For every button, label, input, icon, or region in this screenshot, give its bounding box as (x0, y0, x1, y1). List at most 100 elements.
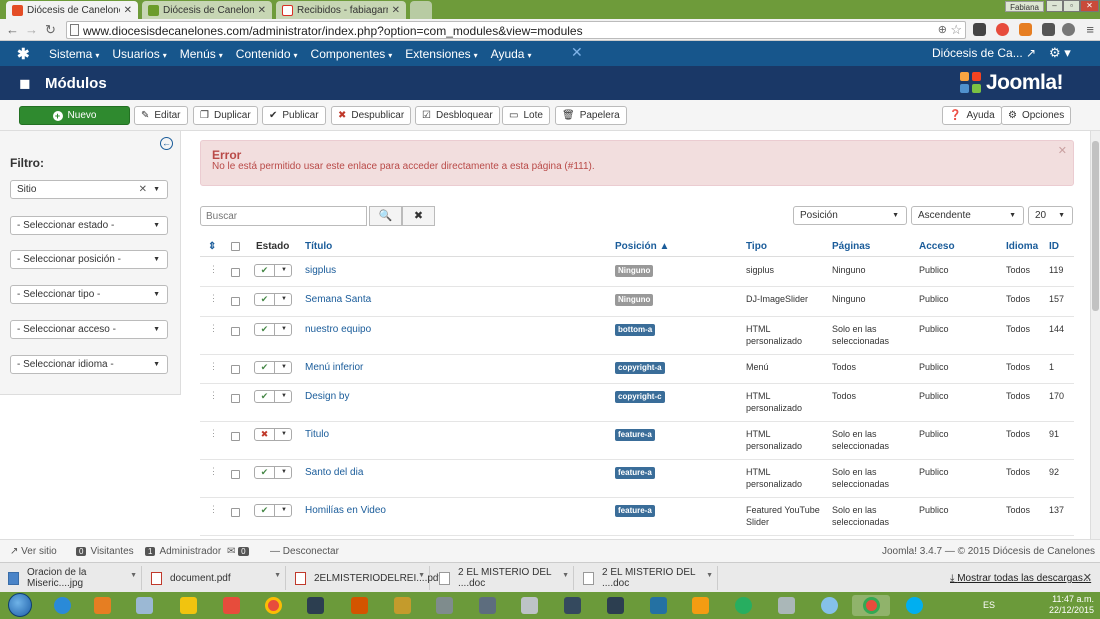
chrome-icon[interactable] (254, 595, 292, 616)
app-grid-icon[interactable] (212, 595, 250, 616)
module-title-link[interactable]: Menú inferior (305, 362, 363, 373)
extension-icon[interactable] (973, 23, 986, 36)
app-icon[interactable] (810, 595, 848, 616)
trash-button[interactable]: 🗑 Papelera (555, 106, 627, 125)
user-menu-gear-icon[interactable]: ⚙ ▾ (1049, 45, 1071, 61)
unpublished-icon[interactable]: ✖ (255, 429, 275, 440)
administrators-status[interactable]: 1 Administrador (145, 546, 221, 557)
column-header-type[interactable]: Tipo (746, 241, 767, 252)
chevron-down-icon[interactable]: ▼ (276, 324, 292, 335)
network-icon[interactable] (553, 595, 591, 616)
published-check-icon[interactable]: ✔ (255, 362, 275, 373)
published-check-icon[interactable]: ✔ (255, 294, 275, 305)
column-header-pages[interactable]: Páginas (832, 241, 870, 252)
chevron-down-icon[interactable]: ▼ (274, 572, 281, 579)
app-icon[interactable] (767, 595, 805, 616)
scrollbar-thumb[interactable] (1092, 141, 1099, 311)
menu-item-extensiones[interactable]: Extensiones ▾ (405, 47, 477, 61)
menu-item-usuarios[interactable]: Usuarios ▾ (112, 47, 166, 61)
drag-handle-icon[interactable]: ⋮ (209, 390, 218, 401)
bookmark-star-icon[interactable]: ☆ (950, 22, 962, 38)
view-site-link[interactable]: Diócesis de Ca... ↗ (932, 46, 1036, 60)
checkin-button[interactable]: ☑ Desbloquear (415, 106, 500, 125)
close-alert-icon[interactable]: ✕ (1058, 144, 1067, 157)
module-title-link[interactable]: nuestro equipo (305, 324, 371, 335)
x-logo-icon[interactable]: ✕ (571, 44, 583, 61)
visitors-status[interactable]: 0 Visitantes (76, 546, 134, 557)
column-header-position[interactable]: Posición ▲ (615, 241, 669, 252)
reload-icon[interactable]: ↻ (45, 22, 56, 38)
position-select[interactable]: - Seleccionar posición - ▼ (10, 250, 168, 269)
drag-handle-icon[interactable]: ⋮ (209, 466, 218, 477)
app-icon[interactable] (510, 595, 548, 616)
row-checkbox[interactable] (231, 365, 240, 374)
column-header-access[interactable]: Acceso (919, 241, 955, 252)
help-button[interactable]: ❓ Ayuda (942, 106, 1002, 125)
file-explorer-icon[interactable] (169, 595, 207, 616)
drag-handle-icon[interactable]: ⋮ (209, 504, 218, 515)
zoom-icon[interactable]: ⊕ (938, 23, 947, 36)
published-check-icon[interactable]: ✔ (255, 505, 275, 516)
drag-handle-icon[interactable]: ⋮ (209, 361, 218, 372)
column-header-id[interactable]: ID (1049, 241, 1059, 252)
forward-icon[interactable]: → (25, 22, 38, 37)
media-player-icon[interactable] (83, 595, 121, 616)
clear-search-button[interactable]: ✖ (402, 206, 435, 226)
published-check-icon[interactable]: ✔ (255, 467, 275, 478)
page-scrollbar[interactable] (1090, 131, 1100, 539)
download-item[interactable]: 2 EL MISTERIO DEL ....doc ▼ (577, 566, 718, 590)
duplicate-button[interactable]: ❐ Duplicar (193, 106, 258, 125)
row-checkbox[interactable] (231, 470, 240, 479)
download-item[interactable]: Oracion de la Miseric....jpg ▼ (2, 566, 142, 590)
row-checkbox[interactable] (231, 394, 240, 403)
collapse-sidebar-icon[interactable]: ← (160, 137, 173, 150)
module-title-link[interactable]: Design by (305, 391, 349, 402)
app-icon[interactable] (724, 595, 762, 616)
extension-icon[interactable] (1019, 23, 1032, 36)
row-checkbox[interactable] (231, 432, 240, 441)
module-title-link[interactable]: Titulo (305, 429, 329, 440)
chevron-down-icon[interactable]: ▼ (130, 572, 137, 579)
browser-tab-site[interactable]: Diócesis de Canelones ✕ (142, 1, 272, 19)
minimize-window-button[interactable]: – (1046, 0, 1063, 12)
chevron-down-icon[interactable]: ▼ (276, 294, 292, 305)
status-toggle[interactable]: ✔ ▼ (254, 361, 292, 374)
module-title-link[interactable]: Santo del dia (305, 467, 363, 478)
chrome-active-icon[interactable] (852, 595, 890, 616)
menu-item-componentes[interactable]: Componentes ▾ (311, 47, 393, 61)
unpublish-button[interactable]: ✖ Despublicar (331, 106, 412, 125)
column-header-title[interactable]: Título (305, 241, 332, 252)
chevron-down-icon[interactable]: ▼ (562, 572, 569, 579)
client-select[interactable]: Sitio ✕ ▼ (10, 180, 168, 199)
status-toggle[interactable]: ✔ ▼ (254, 264, 292, 277)
adblock-extension-icon[interactable] (996, 23, 1009, 36)
show-all-downloads-link[interactable]: ⤓ Mostrar todas las descargas... (950, 573, 1091, 584)
browser-tab-joomla-admin[interactable]: Diócesis de Canelones - A ✕ (6, 1, 138, 19)
new-tab-button[interactable] (410, 1, 432, 19)
start-button[interactable] (8, 593, 32, 617)
skype-icon[interactable] (895, 595, 933, 616)
download-item[interactable]: 2 EL MISTERIO DEL ....doc ▼ (433, 566, 574, 590)
drag-handle-icon[interactable]: ⋮ (209, 428, 218, 439)
published-check-icon[interactable]: ✔ (255, 391, 275, 402)
select-all-checkbox[interactable] (231, 242, 240, 251)
chevron-down-icon[interactable]: ▼ (276, 505, 292, 516)
list-limit-select[interactable]: 20 ▼ (1028, 206, 1073, 225)
module-title-link[interactable]: Homilías en Video (305, 505, 386, 516)
state-select[interactable]: - Seleccionar estado - ▼ (10, 216, 168, 235)
internet-explorer-icon[interactable] (43, 595, 81, 616)
chrome-menu-icon[interactable]: ≡ (1086, 22, 1094, 37)
published-check-icon[interactable]: ✔ (255, 265, 275, 276)
maximize-window-button[interactable]: ▫ (1063, 0, 1080, 12)
module-title-link[interactable]: sigplus (305, 265, 336, 276)
chevron-down-icon[interactable]: ▼ (276, 265, 292, 276)
published-check-icon[interactable]: ✔ (255, 324, 275, 335)
row-checkbox[interactable] (231, 327, 240, 336)
url-field[interactable]: www.diocesisdecanelones.com/administrato… (66, 21, 966, 39)
menu-item-menus[interactable]: Menús ▾ (180, 47, 223, 61)
close-tab-icon[interactable]: ✕ (258, 5, 266, 16)
sort-direction-select[interactable]: Ascendente ▼ (911, 206, 1024, 225)
ordering-sort-icon[interactable]: ⇕ (208, 241, 216, 252)
back-icon[interactable]: ← (6, 22, 19, 37)
browser-tab-gmail[interactable]: Recibidos - fabiagarre@gm ✕ (276, 1, 406, 19)
